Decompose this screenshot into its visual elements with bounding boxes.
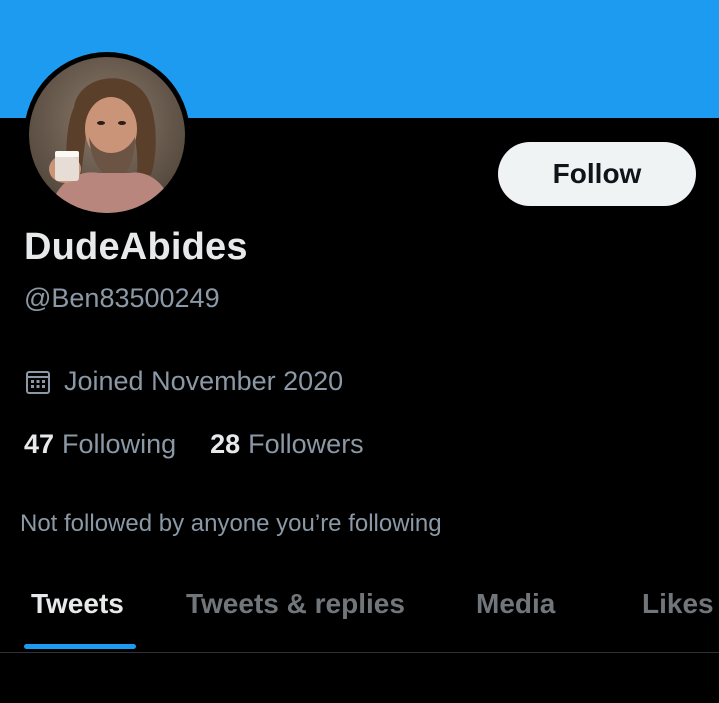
tab-likes[interactable]: Likes	[642, 588, 714, 620]
mutual-followers-note: Not followed by anyone you’re following	[20, 510, 442, 537]
follow-stats: 47 Following 28 Followers	[24, 429, 398, 460]
tab-media[interactable]: Media	[476, 588, 555, 620]
avatar-photo	[29, 57, 185, 213]
profile-tabs: Tweets Tweets & replies Media Likes	[0, 580, 719, 653]
tab-tweets-and-replies[interactable]: Tweets & replies	[186, 588, 405, 620]
display-name: DudeAbides	[24, 226, 248, 268]
following-count: 47	[24, 429, 55, 459]
following-link[interactable]: 47 Following	[24, 429, 176, 460]
joined-text: Joined November 2020	[64, 366, 344, 396]
active-tab-indicator	[24, 644, 136, 649]
tab-tweets[interactable]: Tweets	[31, 588, 124, 620]
follow-button[interactable]: Follow	[498, 142, 696, 206]
user-handle: @Ben83500249	[24, 283, 220, 313]
joined-date: Joined November 2020	[24, 366, 343, 397]
avatar[interactable]	[24, 52, 190, 218]
following-label: Following	[62, 429, 177, 459]
followers-count: 28	[210, 429, 241, 459]
calendar-icon	[24, 368, 52, 396]
profile-page: Follow DudeAbides @Ben83500249 Joined No…	[0, 0, 719, 703]
followers-label: Followers	[248, 429, 364, 459]
followers-link[interactable]: 28 Followers	[210, 429, 364, 460]
